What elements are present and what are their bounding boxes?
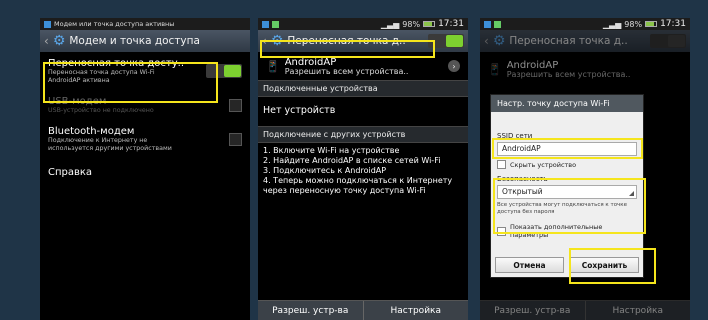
title-bar: ‹ ⚙ Переносная точка д.. <box>480 30 690 52</box>
hotspot-toggle <box>650 34 686 48</box>
notification-icon <box>262 20 269 28</box>
hide-device-option[interactable]: Скрыть устройство <box>491 158 643 171</box>
highlight-box <box>260 40 435 58</box>
instruction-step: 4. Теперь можно подключаться к Интернету… <box>263 176 453 195</box>
bluetooth-modem-subtitle: Подключение к Интернету не используется … <box>48 136 172 152</box>
phone-wifi-icon: 📱 <box>488 62 502 76</box>
clock: 17:31 <box>660 19 686 29</box>
network-item: 📱 AndroidAP Разрешить всем устройства.. <box>480 52 690 86</box>
instruction-step: 2. Найдите AndroidAP в списке сетей Wi-F… <box>263 156 441 165</box>
back-chevron-icon[interactable]: ‹ <box>44 34 49 48</box>
status-bar: Модем или точка доступа активны <box>40 18 250 30</box>
status-bar: ▁▃▅ 98% 17:31 <box>480 18 690 30</box>
instruction-step: 1. Включите Wi-Fi на устройстве <box>263 146 400 155</box>
section-connected-devices: Подключенные устройства <box>258 80 468 97</box>
bluetooth-modem-title: Bluetooth-модем <box>48 125 135 137</box>
notification-icon <box>494 20 501 28</box>
phone-screen-1: Модем или точка доступа активны ‹ ⚙ Моде… <box>40 18 250 320</box>
usb-modem-subtitle: USB-устройство не подключено <box>48 106 154 114</box>
usb-modem-checkbox[interactable] <box>229 98 242 112</box>
list-item-bluetooth-modem[interactable]: Bluetooth-модем Подключение к Интернету … <box>40 120 250 158</box>
no-devices-text: Нет устройств <box>263 105 336 116</box>
phone-screen-2: ▁▃▅ 98% 17:31 ‹ ⚙ Переносная точка д.. 📱… <box>258 18 468 320</box>
signal-icon: ▁▃▅ <box>380 19 400 29</box>
battery-percent: 98% <box>624 19 643 29</box>
signal-icon: ▁▃▅ <box>602 19 622 29</box>
highlight-box <box>569 248 656 284</box>
phone-screen-3: ▁▃▅ 98% 17:31 ‹ ⚙ Переносная точка д.. 📱… <box>480 18 690 320</box>
notification-icon <box>484 20 491 28</box>
settings-gear-icon: ⚙ <box>52 33 66 49</box>
battery-icon <box>645 21 658 27</box>
configure-button[interactable]: Настройка <box>364 301 469 320</box>
bottom-bar: Разреш. устр-ва Настройка <box>480 300 690 320</box>
page-title: Модем и точка доступа <box>69 35 200 47</box>
page-title: Переносная точка д.. <box>509 35 628 47</box>
notification-icon <box>44 20 51 28</box>
notification-icon <box>272 20 279 28</box>
status-bar: ▁▃▅ 98% 17:31 <box>258 18 468 30</box>
hide-device-label: Скрыть устройство <box>510 160 577 169</box>
settings-gear-icon: ⚙ <box>492 33 506 49</box>
instructions-list: 1. Включите Wi-Fi на устройстве 2. Найди… <box>258 143 468 199</box>
highlight-box <box>493 178 646 234</box>
battery-icon <box>423 21 436 27</box>
allowed-devices-button: Разреш. устр-ва <box>480 301 586 320</box>
list-item-help[interactable]: Справка <box>40 158 250 186</box>
battery-percent: 98% <box>402 19 421 29</box>
network-subtitle: Разрешить всем устройства.. <box>506 69 631 79</box>
network-name: AndroidAP <box>284 56 337 68</box>
highlight-box <box>492 138 643 159</box>
chevron-right-icon[interactable]: › <box>448 60 460 72</box>
phone-wifi-icon: 📱 <box>266 59 280 73</box>
back-chevron-icon: ‹ <box>484 34 489 48</box>
configure-button: Настройка <box>612 305 664 316</box>
instruction-step: 3. Подключитесь к AndroidAP <box>263 166 387 175</box>
help-title: Справка <box>48 166 93 178</box>
allowed-devices-button[interactable]: Разреш. устр-ва <box>258 301 364 320</box>
cancel-button[interactable]: Отмена <box>495 257 564 273</box>
hide-device-checkbox[interactable] <box>497 160 506 169</box>
bottom-bar: Разреш. устр-ва Настройка <box>258 300 468 320</box>
title-bar: ‹ ⚙ Модем и точка доступа <box>40 30 250 52</box>
network-name: AndroidAP <box>506 59 559 71</box>
network-subtitle: Разрешить всем устройства.. <box>284 66 409 76</box>
bluetooth-modem-checkbox[interactable] <box>229 132 242 146</box>
dialog-title: Настр. точку доступа Wi-Fi <box>491 95 643 112</box>
status-text: Модем или точка доступа активны <box>54 20 175 28</box>
highlight-box <box>43 62 218 103</box>
clock: 17:31 <box>438 19 464 29</box>
section-connect-other: Подключение с других устройств <box>258 126 468 143</box>
